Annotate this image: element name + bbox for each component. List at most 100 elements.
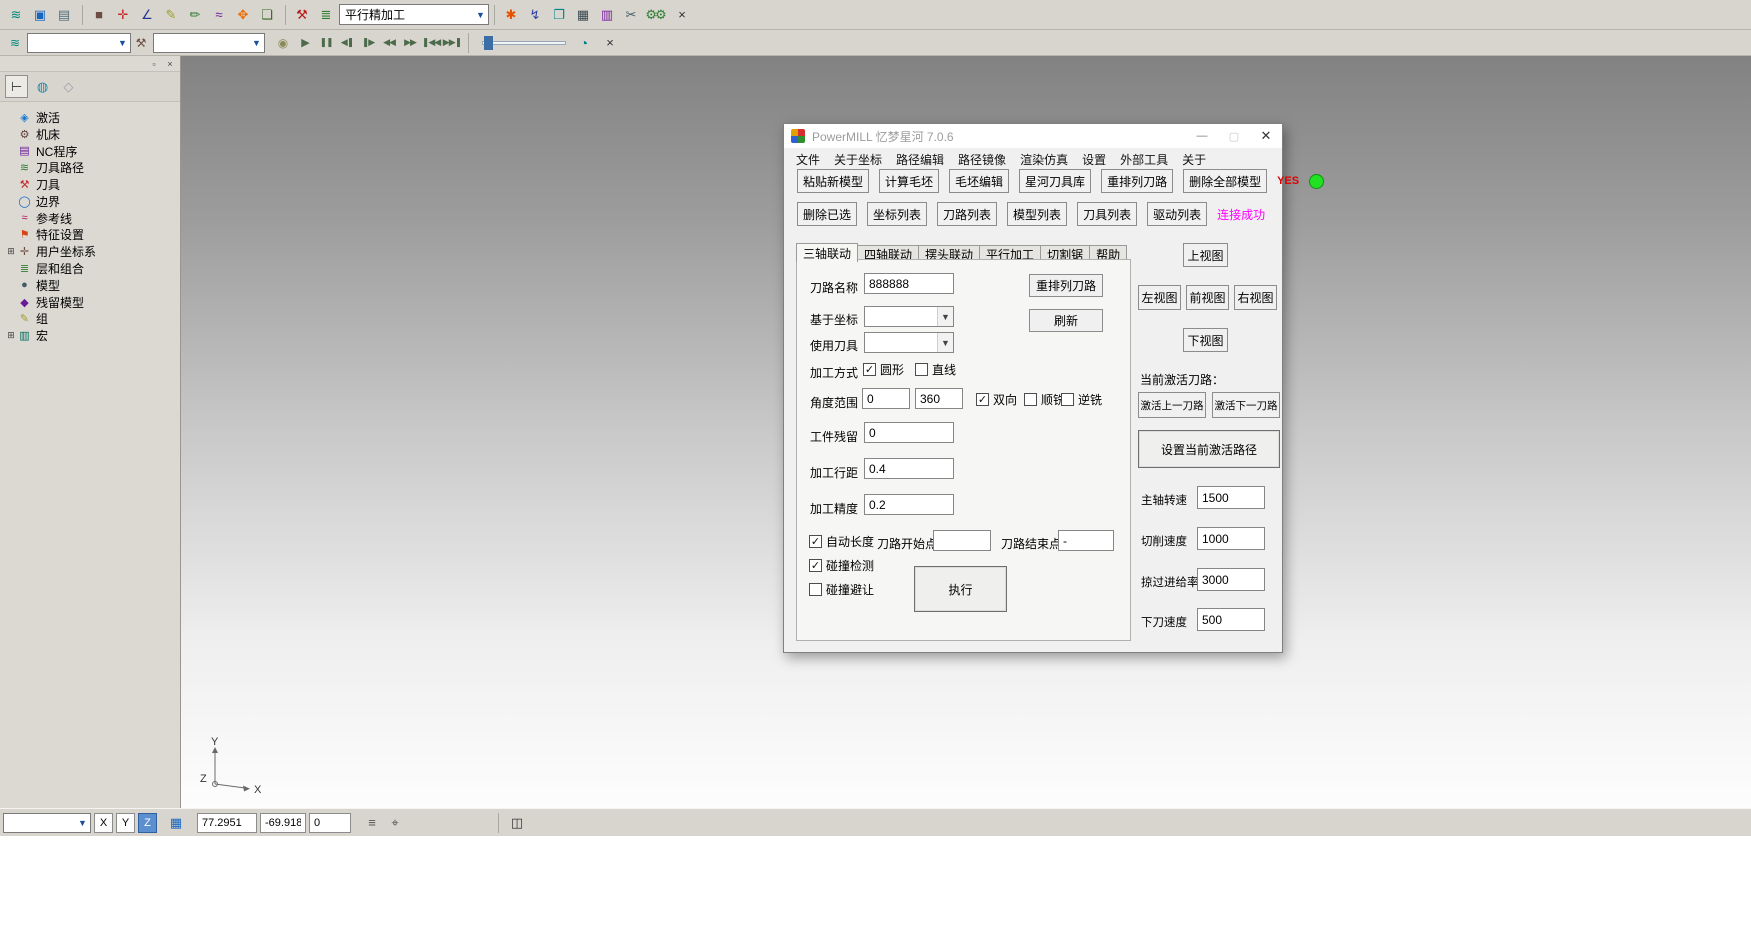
set-active-path-button[interactable]: 设置当前激活路径 — [1138, 430, 1280, 468]
compute-stock-button[interactable]: 计算毛坯 — [879, 169, 939, 193]
curve-icon[interactable]: ≈ — [208, 4, 230, 26]
angle-start-input[interactable] — [862, 388, 910, 409]
menu-settings[interactable]: 设置 — [1075, 151, 1113, 168]
tool-list-button[interactable]: 刀具列表 — [1077, 202, 1137, 226]
position-picker-icon[interactable]: ⌖ — [385, 813, 405, 833]
shield-icon[interactable]: ◇ — [57, 75, 80, 98]
view-right-button[interactable]: 右视图 — [1234, 285, 1277, 310]
template-icon[interactable]: ❐ — [548, 4, 570, 26]
coord-list-button[interactable]: 坐标列表 — [867, 202, 927, 226]
strategy-list-icon[interactable]: ≣ — [315, 4, 337, 26]
bidirectional-checkbox[interactable]: ✓双向 — [976, 391, 1017, 408]
chevron-down-icon[interactable]: ▼ — [75, 818, 90, 828]
menu-about[interactable]: 关于 — [1175, 151, 1213, 168]
start-point-input[interactable] — [933, 530, 991, 551]
view-bottom-button[interactable]: 下视图 — [1183, 328, 1228, 352]
measure-icon[interactable]: ∠ — [136, 4, 158, 26]
toolpath-name-input[interactable] — [864, 273, 954, 294]
checkbox-box[interactable] — [915, 363, 928, 376]
print-icon[interactable]: ▤ — [53, 4, 75, 26]
globe-icon[interactable]: ◍ — [31, 75, 54, 98]
line-checkbox[interactable]: 直线 — [915, 361, 956, 378]
stepover-input[interactable] — [864, 458, 954, 479]
activate-prev-toolpath-button[interactable]: 激活上一刀路 — [1138, 392, 1206, 418]
simulation-speed-slider[interactable] — [482, 36, 566, 50]
coord-x-input[interactable] — [197, 813, 257, 833]
tool-icon[interactable]: ⚒ — [291, 4, 313, 26]
tool-dropdown[interactable]: ▼ — [864, 332, 954, 353]
axis-y-button[interactable]: Y — [116, 813, 135, 833]
conventional-checkbox[interactable]: 逆铣 — [1061, 391, 1102, 408]
sidebar-item-tools[interactable]: ⚒刀具 — [5, 176, 180, 193]
pencil-icon[interactable]: ✎ — [160, 4, 182, 26]
menu-external-tools[interactable]: 外部工具 — [1113, 151, 1175, 168]
go-start-button[interactable]: ❚◀◀ — [421, 33, 441, 53]
sidebar-item-boundaries[interactable]: ◯边界 — [5, 193, 180, 210]
workplane-icon[interactable]: ✛ — [112, 4, 134, 26]
toolkit-icon[interactable]: ✱ — [500, 4, 522, 26]
menu-coords[interactable]: 关于坐标 — [827, 151, 889, 168]
slider-track[interactable] — [482, 41, 566, 45]
tab-3axis[interactable]: 三轴联动 — [796, 243, 858, 262]
stats-icon[interactable]: ▥ — [596, 4, 618, 26]
view-left-button[interactable]: 左视图 — [1138, 285, 1181, 310]
sidebar-item-levels-sets[interactable]: ≣层和组合 — [5, 260, 180, 277]
menu-path-edit[interactable]: 路径编辑 — [889, 151, 951, 168]
chevron-down-icon[interactable]: ▼ — [115, 38, 130, 48]
collision-check-checkbox[interactable]: ✓碰撞检测 — [809, 557, 874, 574]
execute-button[interactable]: 执行 — [914, 566, 1007, 612]
view-front-button[interactable]: 前视图 — [1186, 285, 1229, 310]
step-back-button[interactable]: ◀❚ — [337, 33, 357, 53]
view-top-button[interactable]: 上视图 — [1183, 243, 1228, 267]
refresh-button[interactable]: 刷新 — [1029, 309, 1103, 332]
sim-toolbar-close-icon[interactable]: × — [602, 35, 618, 51]
chevron-down-icon[interactable]: ▼ — [937, 307, 953, 326]
play-button[interactable]: ▶ — [295, 33, 315, 53]
transform-icon[interactable]: ✥ — [232, 4, 254, 26]
axis-x-button[interactable]: X — [94, 813, 113, 833]
block-icon[interactable]: ■ — [88, 4, 110, 26]
circular-checkbox[interactable]: ✓圆形 — [863, 361, 904, 378]
rearrange-toolpaths-button-2[interactable]: 重排列刀路 — [1029, 274, 1103, 297]
toolpath-list-button[interactable]: 刀路列表 — [937, 202, 997, 226]
sidebar-item-toolpaths[interactable]: ≋刀具路径 — [5, 159, 180, 176]
save-icon[interactable]: ▣ — [29, 4, 51, 26]
list-icon[interactable]: ≡ — [362, 813, 382, 833]
sidebar-item-nc-programs[interactable]: ▤NC程序 — [5, 143, 180, 160]
checkbox-box[interactable] — [809, 583, 822, 596]
sidebar-item-patterns[interactable]: ≈参考线 — [5, 210, 180, 227]
go-end-button[interactable]: ▶▶❚ — [442, 33, 462, 53]
rearrange-toolpaths-button[interactable]: 重排列刀路 — [1101, 169, 1173, 193]
activate-next-toolpath-button[interactable]: 激活下一刀路 — [1212, 392, 1280, 418]
coord-system-dropdown[interactable]: ▼ — [864, 306, 954, 327]
auto-length-checkbox[interactable]: ✓自动长度 — [809, 533, 874, 550]
checkbox-box[interactable]: ✓ — [809, 535, 822, 548]
tree-expander[interactable]: ⊞ — [5, 330, 17, 341]
checkbox-box[interactable] — [1061, 393, 1074, 406]
menu-render-sim[interactable]: 渲染仿真 — [1013, 151, 1075, 168]
model-list-button[interactable]: 模型列表 — [1007, 202, 1067, 226]
end-point-input[interactable] — [1058, 530, 1114, 551]
paste-new-model-button[interactable]: 粘贴新模型 — [797, 169, 869, 193]
maximize-button[interactable]: ▢ — [1218, 124, 1250, 148]
calculator-icon[interactable]: ▦ — [572, 4, 594, 26]
clock-icon[interactable]: ◔ — [574, 33, 594, 53]
slider-handle[interactable] — [484, 36, 493, 50]
sidebar-item-models[interactable]: ●模型 — [5, 277, 180, 294]
sidebar-item-macros[interactable]: ⊞▥宏 — [5, 327, 180, 344]
tool-library-button[interactable]: 星河刀具库 — [1019, 169, 1091, 193]
layers-icon[interactable]: ≋ — [5, 4, 27, 26]
clipper-icon[interactable]: ✂ — [620, 4, 642, 26]
grid-icon[interactable]: ▦ — [166, 813, 186, 833]
gears-icon[interactable]: ⚙⚙ — [644, 4, 666, 26]
panel-close-button[interactable]: × — [164, 59, 176, 69]
sim-toolpath-dropdown[interactable]: ▼ — [27, 33, 131, 53]
tolerance-input[interactable] — [864, 494, 954, 515]
strategy-preset-dropdown[interactable]: 平行精加工 ▼ — [339, 4, 489, 25]
sidebar-item-active[interactable]: ◈激活 — [5, 109, 180, 126]
tree-view-icon[interactable]: ⊢ — [5, 75, 28, 98]
menu-file[interactable]: 文件 — [789, 151, 827, 168]
plunge-feed-input[interactable] — [1197, 608, 1265, 631]
climb-checkbox[interactable]: 顺铣 — [1024, 391, 1065, 408]
sidebar-item-workplanes[interactable]: ⊞✛用户坐标系 — [5, 243, 180, 260]
